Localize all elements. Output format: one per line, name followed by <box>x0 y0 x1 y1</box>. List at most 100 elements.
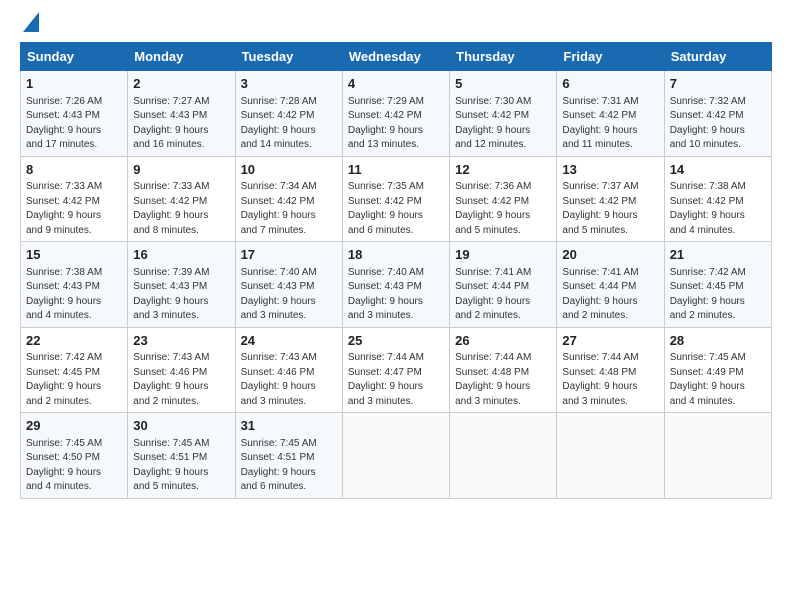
day-number: 13 <box>562 161 658 179</box>
day-number: 7 <box>670 75 766 93</box>
calendar-cell: 21Sunrise: 7:42 AM Sunset: 4:45 PM Dayli… <box>664 242 771 328</box>
calendar-cell: 20 Sunrise: 7:41 AM Sunset: 4:44 PM Dayli… <box>557 242 664 328</box>
day-number: 16 <box>133 246 229 264</box>
day-number: 8 <box>26 161 122 179</box>
calendar-cell: 4Sunrise: 7:29 AM Sunset: 4:42 PM Daylig… <box>342 71 449 157</box>
day-info: Sunrise: 7:45 AM Sunset: 4:49 PM Dayligh… <box>670 352 746 407</box>
calendar-cell: 30 Sunrise: 7:45 AM Sunset: 4:51 PM Dayli… <box>128 413 235 499</box>
calendar-cell <box>557 413 664 499</box>
day-number: 27 <box>562 332 658 350</box>
calendar-cell: 16Sunrise: 7:39 AM Sunset: 4:43 PM Dayli… <box>128 242 235 328</box>
day-info: Sunrise: 7:44 AM Sunset: 4:48 PM Dayligh… <box>455 352 531 407</box>
calendar-cell: 6Sunrise: 7:31 AM Sunset: 4:42 PM Daylig… <box>557 71 664 157</box>
col-header-friday: Friday <box>557 43 664 71</box>
day-number: 2 <box>133 75 229 93</box>
calendar-table: SundayMondayTuesdayWednesdayThursdayFrid… <box>20 42 772 499</box>
day-number: 11 <box>348 161 444 179</box>
day-info: Sunrise: 7:33 AM Sunset: 4:42 PM Dayligh… <box>133 181 209 236</box>
day-info: Sunrise: 7:42 AM Sunset: 4:45 PM Dayligh… <box>670 267 746 322</box>
day-info: Sunrise: 7:45 AM Sunset: 4:51 PM Dayligh… <box>133 438 209 493</box>
day-info: Sunrise: 7:29 AM Sunset: 4:42 PM Dayligh… <box>348 96 424 151</box>
calendar-cell <box>342 413 449 499</box>
week-row-3: 15Sunrise: 7:38 AM Sunset: 4:43 PM Dayli… <box>21 242 772 328</box>
calendar-cell: 25 Sunrise: 7:44 AM Sunset: 4:47 PM Dayli… <box>342 327 449 413</box>
col-header-monday: Monday <box>128 43 235 71</box>
day-info: Sunrise: 7:40 AM Sunset: 4:43 PM Dayligh… <box>348 267 424 322</box>
day-info: Sunrise: 7:30 AM Sunset: 4:42 PM Dayligh… <box>455 96 531 151</box>
day-number: 1 <box>26 75 122 93</box>
day-info: Sunrise: 7:35 AM Sunset: 4:42 PM Dayligh… <box>348 181 424 236</box>
page: SundayMondayTuesdayWednesdayThursdayFrid… <box>0 0 792 509</box>
day-info: Sunrise: 7:37 AM Sunset: 4:42 PM Dayligh… <box>562 181 638 236</box>
day-info: Sunrise: 7:26 AM Sunset: 4:43 PM Dayligh… <box>26 96 102 151</box>
day-number: 10 <box>241 161 337 179</box>
day-number: 14 <box>670 161 766 179</box>
week-row-1: 1 Sunrise: 7:26 AM Sunset: 4:43 PM Daylig… <box>21 71 772 157</box>
day-info: Sunrise: 7:32 AM Sunset: 4:42 PM Dayligh… <box>670 96 746 151</box>
day-info: Sunrise: 7:43 AM Sunset: 4:46 PM Dayligh… <box>133 352 209 407</box>
calendar-cell: 1 Sunrise: 7:26 AM Sunset: 4:43 PM Daylig… <box>21 71 128 157</box>
day-number: 5 <box>455 75 551 93</box>
calendar-cell: 12 Sunrise: 7:36 AM Sunset: 4:42 PM Dayli… <box>450 156 557 242</box>
day-info: Sunrise: 7:44 AM Sunset: 4:47 PM Dayligh… <box>348 352 424 407</box>
calendar-cell: 22 Sunrise: 7:42 AM Sunset: 4:45 PM Dayli… <box>21 327 128 413</box>
calendar-cell <box>664 413 771 499</box>
day-info: Sunrise: 7:41 AM Sunset: 4:44 PM Dayligh… <box>455 267 531 322</box>
calendar-cell: 24 Sunrise: 7:43 AM Sunset: 4:46 PM Dayli… <box>235 327 342 413</box>
calendar-cell: 14 Sunrise: 7:38 AM Sunset: 4:42 PM Dayli… <box>664 156 771 242</box>
logo-triangle-icon <box>23 12 39 32</box>
day-number: 6 <box>562 75 658 93</box>
calendar-cell: 10 Sunrise: 7:34 AM Sunset: 4:42 PM Dayli… <box>235 156 342 242</box>
calendar-cell: 18 Sunrise: 7:40 AM Sunset: 4:43 PM Dayli… <box>342 242 449 328</box>
day-info: Sunrise: 7:42 AM Sunset: 4:45 PM Dayligh… <box>26 352 102 407</box>
day-number: 17 <box>241 246 337 264</box>
day-number: 15 <box>26 246 122 264</box>
day-number: 12 <box>455 161 551 179</box>
day-info: Sunrise: 7:43 AM Sunset: 4:46 PM Dayligh… <box>241 352 317 407</box>
day-number: 26 <box>455 332 551 350</box>
calendar-cell: 29Sunrise: 7:45 AM Sunset: 4:50 PM Dayli… <box>21 413 128 499</box>
calendar-header: SundayMondayTuesdayWednesdayThursdayFrid… <box>21 43 772 71</box>
calendar-cell <box>450 413 557 499</box>
calendar-cell: 8 Sunrise: 7:33 AM Sunset: 4:42 PM Daylig… <box>21 156 128 242</box>
col-header-tuesday: Tuesday <box>235 43 342 71</box>
day-number: 30 <box>133 417 229 435</box>
day-info: Sunrise: 7:27 AM Sunset: 4:43 PM Dayligh… <box>133 96 209 151</box>
day-info: Sunrise: 7:34 AM Sunset: 4:42 PM Dayligh… <box>241 181 317 236</box>
calendar-cell: 28 Sunrise: 7:45 AM Sunset: 4:49 PM Dayli… <box>664 327 771 413</box>
calendar-cell: 19Sunrise: 7:41 AM Sunset: 4:44 PM Dayli… <box>450 242 557 328</box>
header <box>20 16 772 32</box>
calendar-cell: 2 Sunrise: 7:27 AM Sunset: 4:43 PM Daylig… <box>128 71 235 157</box>
calendar-cell: 9 Sunrise: 7:33 AM Sunset: 4:42 PM Daylig… <box>128 156 235 242</box>
day-number: 18 <box>348 246 444 264</box>
day-info: Sunrise: 7:33 AM Sunset: 4:42 PM Dayligh… <box>26 181 102 236</box>
day-info: Sunrise: 7:36 AM Sunset: 4:42 PM Dayligh… <box>455 181 531 236</box>
calendar-cell: 5 Sunrise: 7:30 AM Sunset: 4:42 PM Daylig… <box>450 71 557 157</box>
day-number: 31 <box>241 417 337 435</box>
calendar-cell: 27 Sunrise: 7:44 AM Sunset: 4:48 PM Dayli… <box>557 327 664 413</box>
calendar-cell: 15Sunrise: 7:38 AM Sunset: 4:43 PM Dayli… <box>21 242 128 328</box>
day-info: Sunrise: 7:38 AM Sunset: 4:42 PM Dayligh… <box>670 181 746 236</box>
day-number: 23 <box>133 332 229 350</box>
day-info: Sunrise: 7:44 AM Sunset: 4:48 PM Dayligh… <box>562 352 638 407</box>
day-info: Sunrise: 7:28 AM Sunset: 4:42 PM Dayligh… <box>241 96 317 151</box>
day-number: 20 <box>562 246 658 264</box>
calendar-cell: 7 Sunrise: 7:32 AM Sunset: 4:42 PM Daylig… <box>664 71 771 157</box>
calendar-cell: 31 Sunrise: 7:45 AM Sunset: 4:51 PM Dayli… <box>235 413 342 499</box>
day-number: 22 <box>26 332 122 350</box>
day-info: Sunrise: 7:40 AM Sunset: 4:43 PM Dayligh… <box>241 267 317 322</box>
day-number: 29 <box>26 417 122 435</box>
day-info: Sunrise: 7:45 AM Sunset: 4:51 PM Dayligh… <box>241 438 317 493</box>
calendar-cell: 17 Sunrise: 7:40 AM Sunset: 4:43 PM Dayli… <box>235 242 342 328</box>
day-number: 9 <box>133 161 229 179</box>
day-info: Sunrise: 7:41 AM Sunset: 4:44 PM Dayligh… <box>562 267 638 322</box>
week-row-4: 22 Sunrise: 7:42 AM Sunset: 4:45 PM Dayli… <box>21 327 772 413</box>
logo <box>20 16 39 32</box>
day-number: 3 <box>241 75 337 93</box>
col-header-thursday: Thursday <box>450 43 557 71</box>
week-row-2: 8 Sunrise: 7:33 AM Sunset: 4:42 PM Daylig… <box>21 156 772 242</box>
calendar-cell: 3 Sunrise: 7:28 AM Sunset: 4:42 PM Daylig… <box>235 71 342 157</box>
day-number: 28 <box>670 332 766 350</box>
day-number: 24 <box>241 332 337 350</box>
day-number: 25 <box>348 332 444 350</box>
